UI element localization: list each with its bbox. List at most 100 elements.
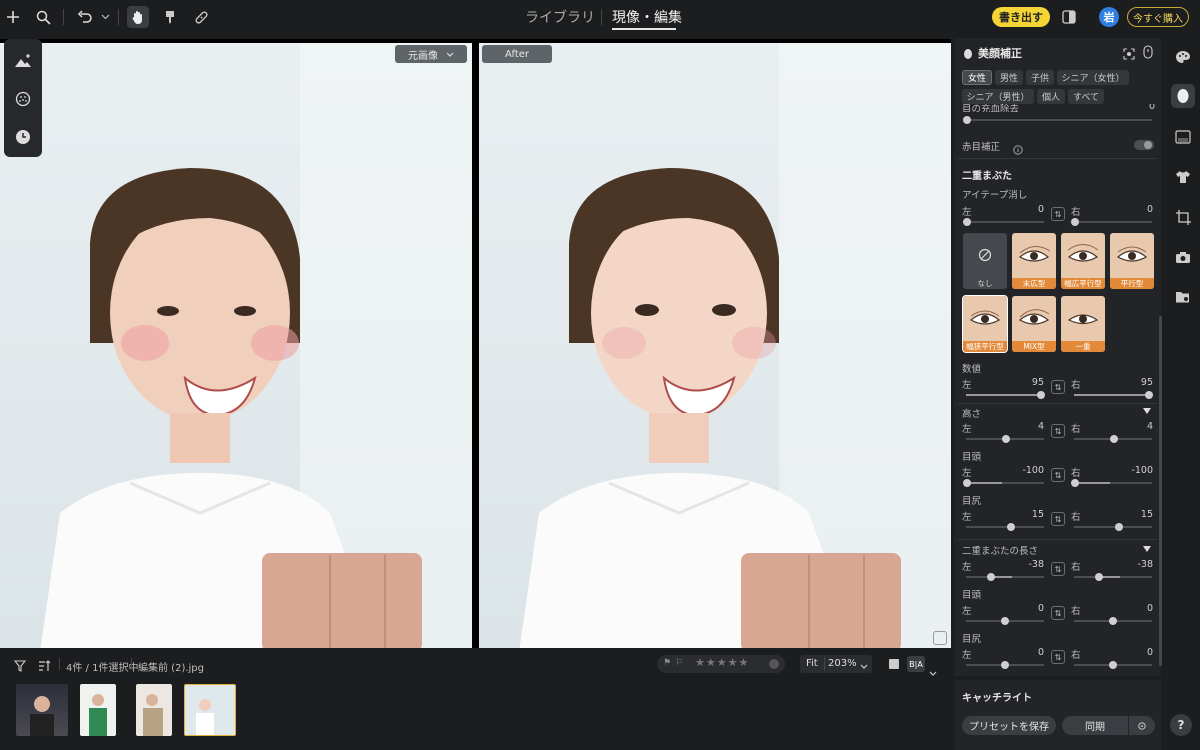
slider-knob[interactable] — [1109, 617, 1117, 625]
panel-scrollbar[interactable] — [1159, 316, 1162, 666]
slider-knob[interactable] — [1037, 391, 1045, 399]
palette-icon[interactable] — [1174, 48, 1192, 66]
history-icon[interactable] — [13, 127, 33, 147]
shape-wide-parallel[interactable]: 幅広平行型 — [1061, 233, 1105, 289]
length-outer-right-slider[interactable] — [1074, 661, 1152, 669]
single-view-icon[interactable] — [889, 659, 899, 669]
chip-female[interactable]: 女性 — [962, 70, 992, 85]
inner-left-slider[interactable] — [963, 479, 1044, 487]
length-inner-right-slider[interactable] — [1074, 617, 1152, 625]
shape-monolid[interactable]: 一重 — [1061, 296, 1105, 352]
red-eye-toggle[interactable] — [1134, 140, 1154, 150]
face-beauty-icon[interactable] — [1174, 87, 1192, 105]
link-lr-button[interactable]: ⇅ — [1051, 380, 1065, 394]
compare-panel-icon[interactable] — [1058, 6, 1080, 28]
before-pane[interactable]: 元画像 — [0, 43, 472, 648]
shape-suehiro[interactable]: 末広型 — [1012, 233, 1056, 289]
chip-senior-male[interactable]: シニア（男性） — [962, 89, 1034, 104]
export-button[interactable]: 書き出す — [992, 7, 1050, 27]
height-left-slider[interactable] — [966, 435, 1044, 443]
hand-tool-icon[interactable] — [127, 6, 149, 28]
slider-knob[interactable] — [1001, 617, 1009, 625]
zoom-level[interactable]: 203% — [828, 658, 857, 669]
noise-icon[interactable] — [13, 89, 33, 109]
length-right-slider[interactable] — [1074, 573, 1152, 581]
slider-knob[interactable] — [1007, 523, 1015, 531]
chip-all[interactable]: すべて — [1068, 89, 1104, 104]
link-lr-button[interactable]: ⇅ — [1051, 468, 1065, 482]
link-lr-button[interactable]: ⇅ — [1051, 424, 1065, 438]
chip-senior-female[interactable]: シニア（女性） — [1057, 70, 1129, 85]
info-icon[interactable] — [1013, 140, 1023, 159]
collapse-triangle-icon[interactable] — [1143, 408, 1151, 414]
chevron-down-icon[interactable] — [860, 661, 868, 672]
height-right-slider[interactable] — [1074, 435, 1152, 443]
add-icon[interactable] — [2, 6, 24, 28]
slider-knob[interactable] — [1115, 523, 1123, 531]
slider-knob[interactable] — [1110, 435, 1118, 443]
collapse-triangle-icon[interactable] — [1143, 546, 1151, 552]
length-outer-left-slider[interactable] — [966, 661, 1044, 669]
shape-mix[interactable]: MIX型 — [1012, 296, 1056, 352]
body-shape-icon[interactable] — [1174, 128, 1192, 146]
before-selector[interactable]: 元画像 — [395, 45, 467, 63]
shape-narrow-parallel[interactable]: 幅狭平行型 — [962, 295, 1008, 353]
slider-knob[interactable] — [1071, 479, 1079, 487]
fit-button[interactable]: Fit — [806, 658, 818, 669]
film-thumbnail-2[interactable] — [80, 684, 116, 736]
star-rating[interactable]: ★★★★★ — [695, 656, 749, 669]
slider-knob[interactable] — [1002, 435, 1010, 443]
outer-right-slider[interactable] — [1074, 523, 1152, 531]
eyetape-left-slider[interactable] — [963, 218, 1044, 226]
auto-adjust-icon[interactable] — [13, 51, 33, 71]
undo-icon[interactable] — [73, 6, 95, 28]
sync-settings-icon[interactable] — [1129, 716, 1155, 735]
crop-icon[interactable] — [1174, 208, 1192, 226]
flag-icon[interactable]: ⚑ — [663, 658, 671, 668]
camera-icon[interactable] — [1174, 248, 1192, 266]
slider-knob[interactable] — [1071, 218, 1079, 226]
chip-male[interactable]: 男性 — [995, 70, 1023, 85]
reset-icon[interactable] — [1143, 44, 1153, 63]
filter-icon[interactable] — [13, 657, 27, 676]
slider-knob[interactable] — [1001, 661, 1009, 669]
chevron-down-icon[interactable] — [94, 6, 116, 28]
eyetape-right-slider[interactable] — [1071, 218, 1152, 226]
expand-icon[interactable] — [933, 631, 947, 645]
film-thumbnail-1[interactable] — [16, 684, 68, 736]
length-left-slider[interactable] — [966, 573, 1044, 581]
folder-settings-icon[interactable] — [1174, 288, 1192, 306]
amount-left-slider[interactable] — [966, 391, 1045, 399]
catchlight-section[interactable]: キャッチライト — [962, 689, 1032, 704]
buy-now-button[interactable]: 今すぐ購入 — [1127, 7, 1189, 27]
link-lr-button[interactable]: ⇅ — [1051, 207, 1065, 221]
shape-none[interactable]: なし — [963, 233, 1007, 289]
length-inner-left-slider[interactable] — [966, 617, 1044, 625]
film-thumbnail-4-selected[interactable] — [184, 684, 236, 736]
link-lr-button[interactable]: ⇅ — [1051, 650, 1065, 664]
brush-icon[interactable] — [159, 6, 181, 28]
color-label-icon[interactable] — [769, 659, 779, 669]
help-button[interactable]: ? — [1170, 714, 1192, 736]
slider-knob[interactable] — [1095, 573, 1103, 581]
chevron-down-icon[interactable] — [929, 661, 937, 680]
inner-right-slider[interactable] — [1071, 479, 1152, 487]
amount-right-slider[interactable] — [1074, 391, 1153, 399]
slider-knob[interactable] — [963, 479, 971, 487]
tab-library[interactable]: ライブラリ — [525, 7, 595, 27]
link-lr-button[interactable]: ⇅ — [1051, 562, 1065, 576]
save-preset-button[interactable]: プリセットを保存 — [962, 716, 1056, 735]
film-thumbnail-3[interactable] — [136, 684, 172, 736]
slider-knob[interactable] — [1109, 661, 1117, 669]
bandage-icon[interactable] — [190, 6, 212, 28]
chip-child[interactable]: 子供 — [1026, 70, 1054, 85]
zoom-control[interactable]: Fit 203% — [800, 655, 872, 673]
chip-individual[interactable]: 個人 — [1037, 89, 1065, 104]
avatar[interactable]: 岩 — [1099, 7, 1119, 27]
photo-preview[interactable]: 元画像 After — [0, 35, 951, 648]
slider-knob[interactable] — [963, 116, 971, 124]
slider-knob[interactable] — [1145, 391, 1153, 399]
after-pane[interactable]: After — [479, 43, 951, 648]
outer-left-slider[interactable] — [966, 523, 1044, 531]
shape-parallel[interactable]: 平行型 — [1110, 233, 1154, 289]
